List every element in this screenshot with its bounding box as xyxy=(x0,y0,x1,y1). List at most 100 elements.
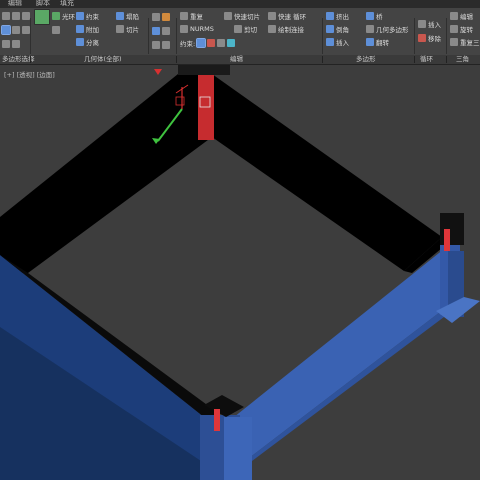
select-mode-buttons[interactable] xyxy=(2,10,30,21)
geometry-item-0[interactable]: 光环 xyxy=(52,10,75,21)
ring-icon xyxy=(52,11,60,20)
geopoly-icon xyxy=(366,24,374,33)
edit-item-quickslice[interactable]: 快速切片 xyxy=(224,10,260,21)
relax-icon[interactable] xyxy=(162,26,170,35)
smooth-icon xyxy=(116,24,124,33)
insert-loop-icon xyxy=(418,19,426,28)
attach-icon xyxy=(76,24,84,33)
edit-item-quickloop[interactable]: 快速 循环 xyxy=(268,10,306,21)
poly-item-extrude[interactable]: 挤出 xyxy=(326,10,349,21)
constraint-edge-icon[interactable] xyxy=(207,38,216,47)
align-icon[interactable] xyxy=(152,40,160,49)
cut-icon xyxy=(234,24,242,33)
pillar-right-red[interactable] xyxy=(444,229,450,251)
repeat-last-button[interactable] xyxy=(34,8,50,25)
paint-connect-icon xyxy=(268,24,276,33)
wall-side-right[interactable] xyxy=(224,249,444,465)
poly-item-bevel[interactable]: 倒角 xyxy=(326,23,349,34)
constraint-normal-icon[interactable] xyxy=(227,38,236,47)
label: 几何多边形 xyxy=(376,25,409,34)
ribbon: 光环 约束 附加 分离 塌陷 切片 重复 NURMS 约束: 快速切片 剪切 快… xyxy=(0,8,480,56)
cap-icon[interactable] xyxy=(152,12,160,21)
geometry-item-2[interactable]: 约束 xyxy=(76,10,99,21)
quickslice-icon xyxy=(224,11,232,20)
tri-item-retri[interactable]: 重复三角 xyxy=(450,36,480,47)
menu-item[interactable]: 填充 xyxy=(60,0,74,8)
menu-item[interactable]: 脚本 xyxy=(36,0,50,8)
group-label-geometry[interactable]: 几何体(全部) xyxy=(84,55,122,64)
cap-buttons-3[interactable] xyxy=(152,39,170,50)
label: 旋转 xyxy=(460,25,473,34)
label: NURMS xyxy=(190,24,214,33)
far-pillar-top[interactable] xyxy=(178,65,230,75)
loop-icon[interactable] xyxy=(12,39,20,48)
poly-item-inset[interactable]: 插入 xyxy=(326,36,349,47)
max-window: 编辑 脚本 填充 光环 约束 附加 分离 塌陷 切片 重复 NURMS 约束: … xyxy=(0,0,480,480)
geometry-item-6[interactable]: 切片 xyxy=(116,23,139,34)
remove-loop-icon xyxy=(418,33,426,42)
polygon-select-icon[interactable] xyxy=(1,24,11,35)
collapse-icon xyxy=(52,25,60,34)
extrude-icon xyxy=(326,11,334,20)
swap-icon[interactable] xyxy=(162,12,170,21)
cap-buttons-2[interactable] xyxy=(152,25,170,36)
poly-item-bridge[interactable]: 桥 xyxy=(366,10,383,21)
loop-item-remove[interactable]: 移除 xyxy=(418,32,441,43)
wall-top-left[interactable] xyxy=(0,74,212,273)
constrain-icon xyxy=(76,11,84,20)
poly-item-flip[interactable]: 翻转 xyxy=(366,36,389,47)
select-mode-buttons-3[interactable] xyxy=(2,38,20,49)
perspective-viewport[interactable]: [+] [透视] [边面] xyxy=(0,65,480,480)
scene-canvas[interactable] xyxy=(0,65,480,480)
bevel-icon xyxy=(326,24,334,33)
select-mode-buttons-2[interactable] xyxy=(1,24,30,35)
edit-item-nurms[interactable]: NURMS xyxy=(180,23,214,34)
vertex-icon[interactable] xyxy=(2,11,10,20)
poly-item-geopoly[interactable]: 几何多边形 xyxy=(366,23,409,34)
edit-item-repeat[interactable]: 重复 xyxy=(180,10,203,21)
constraint-none-icon[interactable] xyxy=(196,37,207,48)
edit-item-cut[interactable]: 剪切 xyxy=(234,23,257,34)
tri-item-turn[interactable]: 旋转 xyxy=(450,23,473,34)
wall-top-right[interactable] xyxy=(212,74,442,271)
border-icon[interactable] xyxy=(22,11,30,20)
pillar-near-red[interactable] xyxy=(214,409,220,431)
menu-item[interactable]: 编辑 xyxy=(8,0,22,8)
group-label-tris[interactable]: 三角 xyxy=(456,55,469,64)
edit-constraint: 约束: xyxy=(180,37,236,48)
group-label-edit[interactable]: 编辑 xyxy=(230,55,243,64)
constraint-face-icon[interactable] xyxy=(217,38,226,47)
shrink-icon[interactable] xyxy=(2,39,10,48)
inset-icon xyxy=(326,37,334,46)
label: 分离 xyxy=(86,38,99,47)
label: 倒角 xyxy=(336,25,349,34)
slice-icon xyxy=(116,11,124,20)
viewport-label[interactable]: [+] [透视] [边面] xyxy=(4,69,55,79)
element-icon[interactable] xyxy=(12,25,20,34)
label: 绘制连接 xyxy=(278,25,304,34)
label: 编辑 xyxy=(460,12,473,21)
geometry-item-3[interactable]: 附加 xyxy=(76,23,99,34)
tri-item-edit[interactable]: 编辑 xyxy=(450,10,473,21)
flip-icon xyxy=(366,37,374,46)
grid-icon[interactable] xyxy=(162,40,170,49)
label: 剪切 xyxy=(244,25,257,34)
retriangulate-icon xyxy=(450,37,458,46)
geometry-item-1[interactable] xyxy=(52,24,60,35)
group-label-polygon[interactable]: 多边形 xyxy=(356,55,376,64)
edit-item-paintconnect[interactable]: 绘制连接 xyxy=(268,23,304,34)
pillar-near-front[interactable] xyxy=(224,417,252,480)
cap-buttons[interactable] xyxy=(152,11,170,22)
grow-icon[interactable] xyxy=(22,25,30,34)
pillar-right-cap[interactable] xyxy=(440,213,464,245)
geometry-item-4[interactable]: 分离 xyxy=(76,36,99,47)
label: 塌陷 xyxy=(126,12,139,21)
make-planar-icon[interactable] xyxy=(152,26,160,35)
edge-icon[interactable] xyxy=(12,11,20,20)
repeat-icon xyxy=(34,8,50,25)
group-label-loops[interactable]: 循环 xyxy=(420,55,433,64)
turn-icon xyxy=(450,24,458,33)
loop-item-insert[interactable]: 插入 xyxy=(418,18,441,29)
geometry-item-5[interactable]: 塌陷 xyxy=(116,10,139,21)
label: 移除 xyxy=(428,34,441,43)
